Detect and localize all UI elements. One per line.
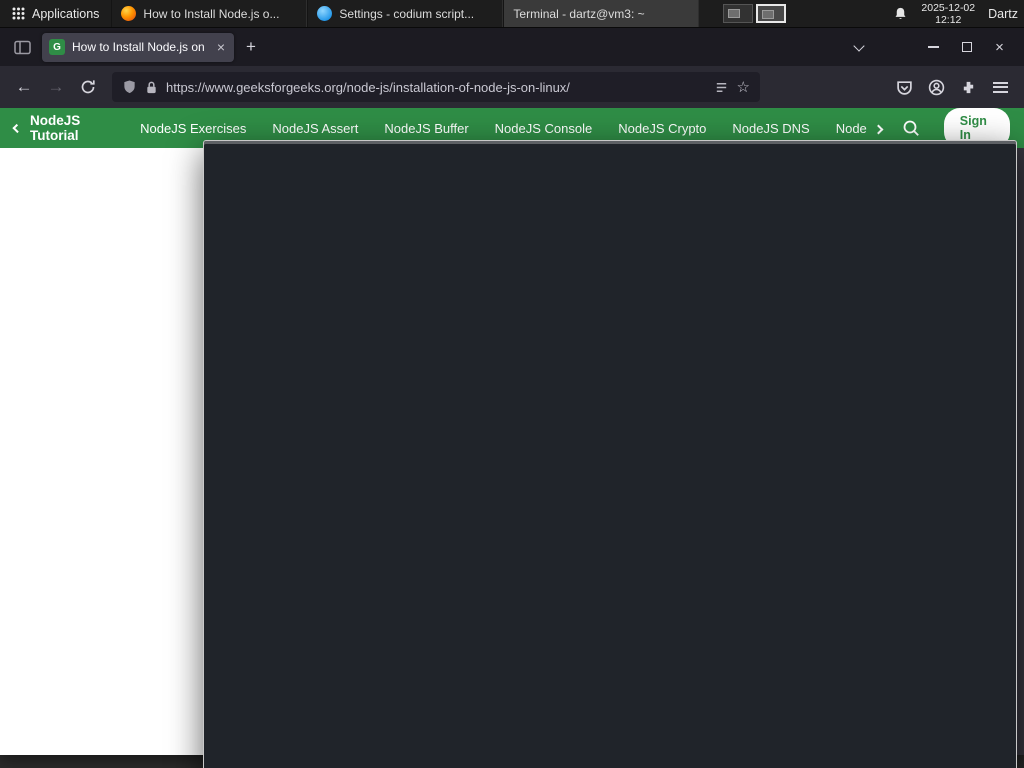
taskbar-app-icon	[317, 6, 333, 21]
workspace-window-thumb	[762, 10, 775, 19]
site-search-button[interactable]	[902, 119, 920, 137]
close-button[interactable]: ×	[983, 31, 1016, 63]
taskbar-app-icon	[121, 6, 137, 21]
extension-icon	[963, 81, 973, 93]
nav-item-nodejs-tutorial[interactable]: NodeJS Tutorial	[12, 113, 112, 143]
workspace-2-active[interactable]	[756, 4, 787, 23]
firefox-view-icon	[13, 40, 31, 54]
tab-title: How to Install Node.js on	[72, 40, 205, 54]
clock-time: 12:12	[935, 13, 962, 26]
taskbar-window-title: How to Install Node.js o...	[143, 6, 280, 21]
gfg-favicon: G	[49, 39, 65, 55]
site-nav-links: NodeJS Exercises NodeJS Assert NodeJS Buff…	[140, 121, 867, 136]
url-bar[interactable]: https://www.geeksforgeeks.org/node-js/in…	[112, 72, 760, 102]
reload-button[interactable]	[72, 71, 104, 103]
search-icon	[903, 120, 919, 136]
pocket-button[interactable]	[888, 71, 920, 103]
panel-clock[interactable]: 2025-12-02 12:12	[921, 2, 975, 26]
maximize-button[interactable]	[950, 31, 983, 63]
nodejs-tutorial-label: NodeJS Tutorial	[30, 113, 81, 143]
chevron-down-icon	[852, 39, 865, 52]
workspace-window-thumb	[728, 9, 741, 18]
taskbar-button[interactable]: Settings - codium script...	[307, 0, 504, 27]
site-nav-link[interactable]: NodeJS Crypto	[618, 121, 706, 136]
taskbar-button[interactable]: How to Install Node.js o...	[111, 0, 308, 27]
menu-button[interactable]	[984, 71, 1016, 103]
chevron-left-icon[interactable]	[12, 123, 22, 133]
applications-label: Applications	[32, 6, 100, 21]
browser-tab[interactable]: G How to Install Node.js on ×	[42, 32, 234, 62]
tab-bar: G How to Install Node.js on × + ×	[0, 28, 1024, 66]
site-nav-link[interactable]: NodeJS Assert	[272, 121, 358, 136]
navigation-toolbar: ← → https://www.geeksforgeeks.org/node-j…	[0, 66, 1024, 108]
hamburger-icon	[992, 81, 1008, 93]
tab-close-icon[interactable]: ×	[215, 39, 227, 55]
lock-icon[interactable]	[145, 80, 158, 95]
taskbar-app-icon	[203, 140, 1017, 768]
site-nav-link[interactable]: NodeJS Buffer	[384, 121, 468, 136]
notification-bell-icon[interactable]	[893, 6, 908, 22]
applications-grid-icon	[12, 7, 25, 20]
account-button[interactable]	[920, 71, 952, 103]
desktop: Applications How to Install Node.js o...…	[0, 0, 1024, 768]
account-icon	[928, 79, 944, 95]
forward-button[interactable]: →	[40, 71, 72, 103]
firefox-view-button[interactable]	[8, 34, 36, 60]
list-all-tabs-button[interactable]	[842, 31, 875, 63]
clock-date: 2025-12-02	[921, 1, 976, 14]
workspace-switcher[interactable]	[723, 4, 787, 23]
tracking-shield-icon[interactable]	[122, 79, 137, 95]
site-nav-link[interactable]: NodeJS DNS	[732, 121, 809, 136]
workspace-1[interactable]	[723, 4, 754, 23]
extension-button[interactable]	[952, 71, 984, 103]
url-text: https://www.geeksforgeeks.org/node-js/in…	[166, 79, 570, 95]
top-panel: Applications How to Install Node.js o...…	[0, 0, 1024, 768]
bookmark-star-icon[interactable]: ☆	[737, 78, 750, 96]
site-nav-link[interactable]: Node	[836, 121, 867, 136]
browser-scrollbar[interactable]	[1017, 148, 1024, 755]
site-nav-link[interactable]: NodeJS Exercises	[140, 121, 246, 136]
toolbar-right-icons	[888, 71, 1016, 103]
panel-username[interactable]: Dartz	[988, 7, 1018, 21]
taskbar-window-title: Settings - codium script...	[339, 6, 475, 21]
reload-icon	[81, 80, 95, 94]
site-nav-link[interactable]: NodeJS Console	[495, 121, 593, 136]
maximize-icon	[961, 42, 972, 52]
panel-status-area: 2025-12-02 12:12 Dartz	[893, 2, 1024, 26]
tabbar-controls: ×	[842, 31, 1016, 63]
chevron-right-icon	[873, 124, 884, 134]
taskbar-window-title: Terminal - dartz@vm3: ~	[513, 6, 645, 21]
back-button[interactable]: ←	[8, 71, 40, 103]
applications-menu-button[interactable]: Applications	[0, 0, 111, 27]
taskbar: How to Install Node.js o... Settings - co…	[111, 0, 1017, 768]
minimize-button[interactable]	[917, 31, 950, 63]
new-tab-button[interactable]: +	[238, 34, 264, 60]
nav-scroll-right-button[interactable]	[873, 121, 884, 136]
reader-mode-icon[interactable]	[714, 80, 729, 95]
pocket-icon	[896, 80, 912, 95]
taskbar-button[interactable]: Terminal - dartz@vm3: ~	[203, 0, 1017, 768]
minimize-icon	[928, 46, 939, 48]
